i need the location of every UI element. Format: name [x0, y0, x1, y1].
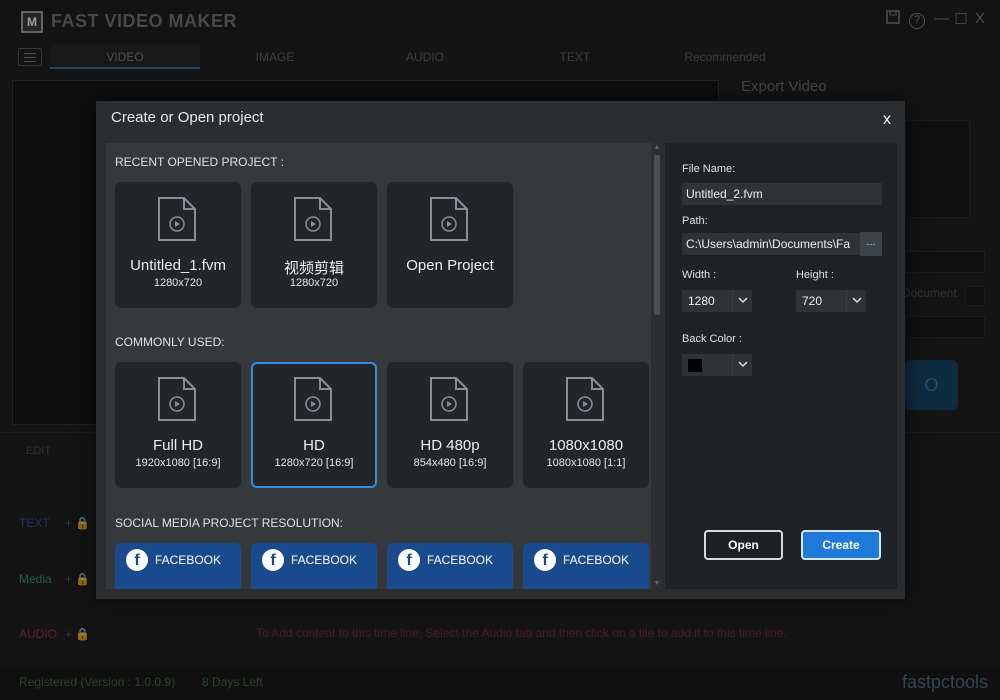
tile-name: HD — [303, 437, 325, 454]
preset-tile-hd[interactable]: HD 1280x720 [16:9] — [251, 362, 377, 488]
tile-name: 视频剪辑 — [283, 260, 344, 277]
dialog-close-button[interactable]: x — [883, 111, 891, 129]
video-file-icon — [158, 197, 196, 241]
tile-resolution: 1920x1080 [16:9] — [135, 457, 221, 469]
tile-resolution: 854x480 [16:9] — [413, 457, 487, 469]
facebook-icon: f — [126, 549, 148, 571]
preset-tile-hd-480p[interactable]: HD 480p 854x480 [16:9] — [387, 362, 513, 488]
scroll-thumb[interactable] — [654, 155, 660, 315]
create-open-project-dialog: Create or Open project x RECENT OPENED P… — [96, 101, 905, 599]
file-name-label: File Name: — [682, 163, 736, 175]
width-dropdown[interactable]: 1280 — [682, 290, 752, 312]
social-tile-label: FACEBOOK — [291, 553, 358, 567]
tile-name: 1080x1080 — [548, 437, 624, 454]
dialog-title: Create or Open project — [111, 109, 264, 126]
preset-tile-full-hd[interactable]: Full HD 1920x1080 [16:9] — [115, 362, 241, 488]
social-tile-facebook[interactable]: f FACEBOOK — [523, 543, 649, 589]
height-value: 720 — [802, 294, 823, 308]
chevron-down-icon[interactable] — [732, 354, 752, 376]
app-window: M FAST VIDEO MAKER ? — ☐ X VIDEO IMAGE A… — [0, 0, 1000, 700]
tile-name: HD 480p — [420, 437, 480, 454]
project-templates-pane: RECENT OPENED PROJECT : Untitled_1.fvm 1… — [106, 143, 651, 589]
video-file-icon — [566, 377, 604, 421]
scroll-down-icon[interactable]: ▼ — [653, 580, 661, 588]
open-project-tile[interactable]: Open Project — [387, 182, 513, 308]
back-color-label: Back Color : — [682, 333, 742, 345]
preset-tile-1080x1080[interactable]: 1080x1080 1080x1080 [1:1] — [523, 362, 649, 488]
tile-resolution: 1080x1080 [1:1] — [546, 457, 626, 469]
common-presets-heading: COMMONLY USED: — [115, 335, 225, 349]
facebook-icon: f — [398, 549, 420, 571]
tile-resolution: 1280x720 [16:9] — [274, 457, 354, 469]
facebook-icon: f — [534, 549, 556, 571]
tile-name: Open Project — [406, 257, 494, 274]
tile-name: Full HD — [152, 437, 203, 454]
file-name-input[interactable]: Untitled_2.fvm — [682, 183, 882, 205]
browse-path-button[interactable]: ... — [860, 232, 882, 256]
social-tile-facebook[interactable]: f FACEBOOK — [115, 543, 241, 589]
height-label: Height : — [796, 269, 834, 281]
width-value: 1280 — [688, 294, 715, 308]
chevron-down-icon[interactable] — [846, 290, 866, 312]
create-button[interactable]: Create — [801, 530, 881, 560]
width-label: Width : — [682, 269, 717, 281]
path-input[interactable]: C:\Users\admin\Documents\Fa — [682, 233, 860, 255]
path-label: Path: — [682, 215, 708, 227]
social-tile-label: FACEBOOK — [427, 553, 494, 567]
social-tile-label: FACEBOOK — [563, 553, 630, 567]
facebook-icon: f — [262, 549, 284, 571]
open-button[interactable]: Open — [704, 530, 783, 560]
social-tile-label: FACEBOOK — [155, 553, 222, 567]
social-tile-facebook[interactable]: f FACEBOOK — [387, 543, 513, 589]
recent-project-tile[interactable]: 视频剪辑 1280x720 — [251, 182, 377, 308]
video-file-icon — [294, 377, 332, 421]
tile-resolution: 1280x720 — [289, 277, 339, 289]
social-tile-facebook[interactable]: f FACEBOOK — [251, 543, 377, 589]
back-color-picker[interactable] — [682, 354, 752, 376]
video-file-icon — [294, 197, 332, 241]
video-file-icon — [158, 377, 196, 421]
tile-resolution: 1280x720 — [153, 277, 203, 289]
templates-scrollbar[interactable]: ▲ ▼ — [652, 143, 662, 589]
project-settings-pane: File Name: Untitled_2.fvm Path: C:\Users… — [665, 143, 897, 589]
chevron-down-icon[interactable] — [732, 290, 752, 312]
height-dropdown[interactable]: 720 — [796, 290, 866, 312]
tile-name: Untitled_1.fvm — [130, 257, 226, 274]
video-file-icon — [430, 197, 468, 241]
recent-projects-heading: RECENT OPENED PROJECT : — [115, 155, 284, 169]
video-file-icon — [430, 377, 468, 421]
recent-project-tile[interactable]: Untitled_1.fvm 1280x720 — [115, 182, 241, 308]
social-presets-heading: SOCIAL MEDIA PROJECT RESOLUTION: — [115, 516, 344, 530]
scroll-up-icon[interactable]: ▲ — [653, 144, 661, 152]
color-swatch — [688, 359, 702, 372]
